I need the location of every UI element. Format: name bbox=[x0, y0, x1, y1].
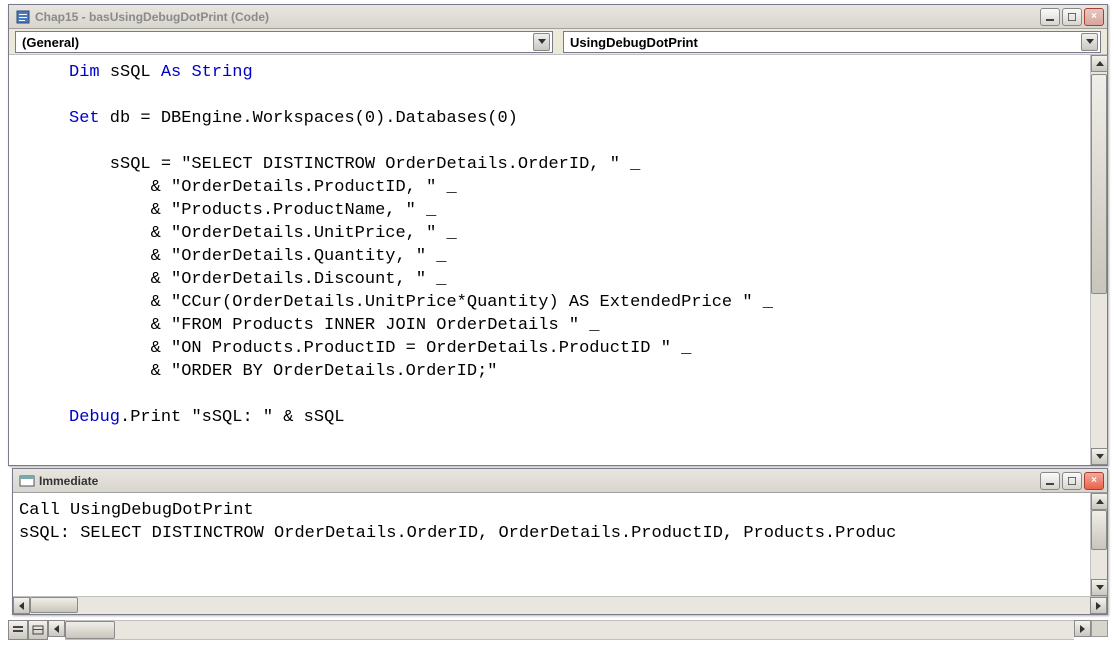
close-button[interactable]: × bbox=[1084, 8, 1104, 26]
maximize-button[interactable] bbox=[1062, 472, 1082, 490]
view-mode-buttons bbox=[8, 620, 48, 640]
immediate-icon bbox=[19, 473, 35, 489]
scroll-right-icon[interactable] bbox=[1074, 620, 1091, 637]
object-dropdown[interactable]: (General) bbox=[15, 31, 553, 53]
outer-horizontal-scrollbar[interactable] bbox=[48, 620, 1108, 640]
procedure-view-button[interactable] bbox=[8, 620, 28, 640]
immediate-window: Immediate × Call UsingDebugDotPrint sSQL… bbox=[12, 468, 1108, 615]
code-titlebar[interactable]: Chap15 - basUsingDebugDotPrint (Code) × bbox=[9, 5, 1107, 29]
vertical-scrollbar[interactable] bbox=[1090, 493, 1107, 596]
scroll-down-icon[interactable] bbox=[1091, 448, 1108, 465]
code-window-title: Chap15 - basUsingDebugDotPrint (Code) bbox=[35, 10, 1040, 24]
scroll-thumb[interactable] bbox=[30, 597, 78, 613]
scroll-thumb[interactable] bbox=[1091, 74, 1107, 294]
dropdown-bar: (General) UsingDebugDotPrint bbox=[9, 29, 1107, 55]
close-button[interactable]: × bbox=[1084, 472, 1104, 490]
code-window: Chap15 - basUsingDebugDotPrint (Code) × … bbox=[8, 4, 1108, 466]
scroll-left-icon[interactable] bbox=[13, 597, 30, 614]
chevron-down-icon[interactable] bbox=[533, 33, 550, 51]
immediate-output[interactable]: Call UsingDebugDotPrint sSQL: SELECT DIS… bbox=[13, 493, 1090, 596]
full-module-view-button[interactable] bbox=[28, 620, 48, 640]
scroll-down-icon[interactable] bbox=[1091, 579, 1108, 596]
scroll-thumb[interactable] bbox=[65, 621, 115, 639]
horizontal-scrollbar[interactable] bbox=[13, 596, 1107, 613]
module-icon bbox=[15, 9, 31, 25]
scroll-right-icon[interactable] bbox=[1090, 597, 1107, 614]
resize-grip[interactable] bbox=[1091, 620, 1108, 637]
scroll-up-icon[interactable] bbox=[1091, 55, 1108, 72]
vertical-scrollbar[interactable] bbox=[1090, 55, 1107, 465]
scroll-thumb[interactable] bbox=[1091, 510, 1107, 550]
maximize-button[interactable] bbox=[1062, 8, 1082, 26]
immediate-window-title: Immediate bbox=[39, 474, 1040, 488]
procedure-dropdown-value: UsingDebugDotPrint bbox=[570, 35, 1081, 50]
procedure-dropdown[interactable]: UsingDebugDotPrint bbox=[563, 31, 1101, 53]
object-dropdown-value: (General) bbox=[22, 35, 533, 50]
chevron-down-icon[interactable] bbox=[1081, 33, 1098, 51]
minimize-button[interactable] bbox=[1040, 8, 1060, 26]
immediate-titlebar[interactable]: Immediate × bbox=[13, 469, 1107, 493]
code-editor[interactable]: Dim sSQL As String Set db = DBEngine.Wor… bbox=[9, 55, 1090, 465]
minimize-button[interactable] bbox=[1040, 472, 1060, 490]
scroll-up-icon[interactable] bbox=[1091, 493, 1108, 510]
scroll-left-icon[interactable] bbox=[48, 620, 65, 637]
